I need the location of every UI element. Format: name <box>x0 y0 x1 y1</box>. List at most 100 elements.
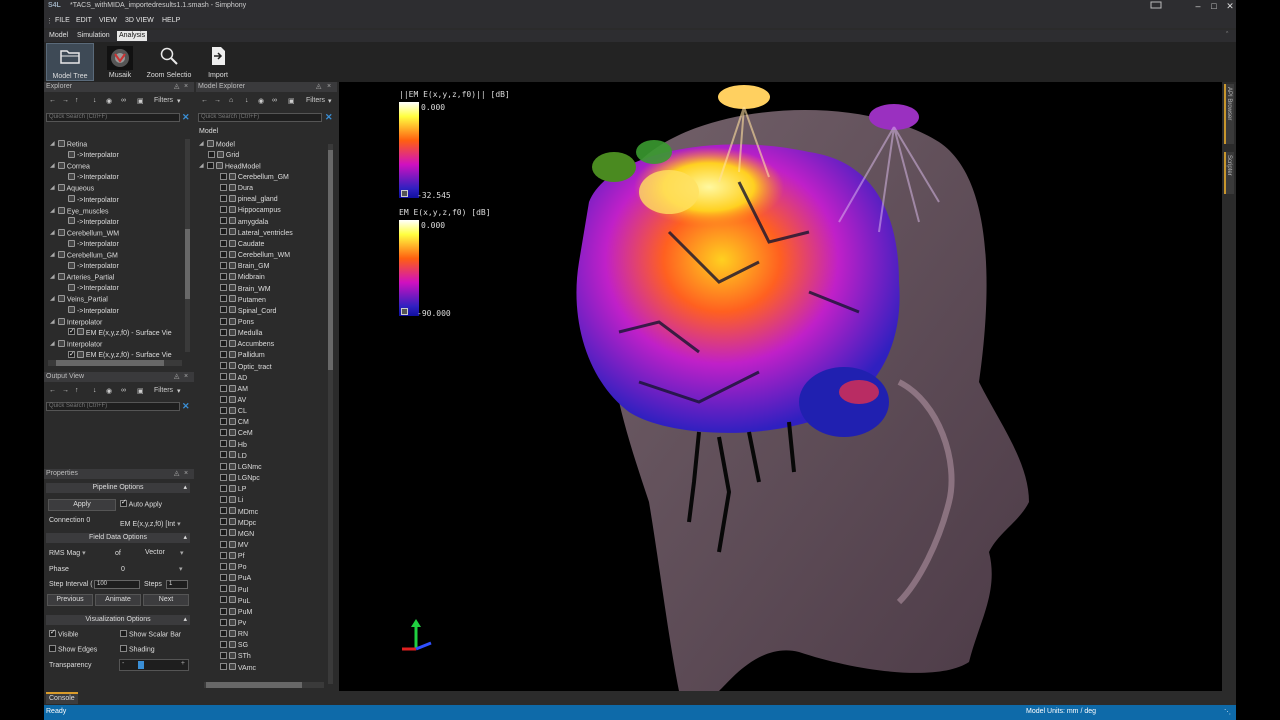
rms-mag-select[interactable]: RMS Mag ▾ <box>49 549 86 557</box>
minus-icon[interactable]: - <box>122 660 124 667</box>
visibility-checkbox[interactable] <box>220 217 227 225</box>
back-arrow-icon[interactable]: ← <box>49 387 56 394</box>
filters-dropdown-icon[interactable]: ▾ <box>328 97 332 105</box>
tab-simulation[interactable]: Simulation <box>75 31 112 41</box>
visibility-checkbox[interactable] <box>220 652 227 660</box>
visibility-checkbox[interactable] <box>220 351 227 359</box>
explorer-tree-item[interactable]: ->Interpolator <box>68 306 119 317</box>
visibility-checkbox[interactable] <box>220 429 227 437</box>
visibility-checkbox[interactable] <box>220 562 227 570</box>
layout-icon[interactable]: ▣ <box>137 97 144 105</box>
model-tree-item[interactable]: Optic_tract <box>220 362 272 373</box>
model-tree-item[interactable]: Midbrain <box>220 272 265 283</box>
model-tree-item[interactable]: PuA <box>220 573 251 584</box>
close-panel-icon[interactable]: × <box>184 372 188 382</box>
menu-help[interactable]: HELP <box>162 17 180 24</box>
close-panel-icon[interactable]: × <box>184 469 188 479</box>
model-tree-button[interactable]: Model Tree <box>46 43 94 81</box>
visualization-options-header[interactable]: Visualization Options ▴ <box>46 615 190 625</box>
visibility-checkbox[interactable] <box>220 395 227 403</box>
visibility-checkbox[interactable] <box>220 663 227 671</box>
explorer-tree-item[interactable]: ◢ Cerebellum_WM <box>50 228 119 239</box>
show-scalar-bar-checkbox[interactable]: Show Scalar Bar <box>120 630 181 638</box>
visibility-checkbox[interactable] <box>220 607 227 615</box>
expand-icon[interactable]: ◢ <box>50 339 56 350</box>
model-tree-item[interactable]: LD <box>220 451 247 462</box>
model-tree-item[interactable]: Pons <box>220 317 254 328</box>
menu-file[interactable]: FILE <box>55 17 70 24</box>
visibility-checkbox[interactable] <box>220 295 227 303</box>
model-tree-item[interactable]: Brain_WM <box>220 284 271 295</box>
model-tree-item[interactable]: Cerebellum_WM <box>220 250 290 261</box>
menu-view[interactable]: VIEW <box>99 17 117 24</box>
visible-checkbox[interactable]: Visible <box>49 628 78 638</box>
visibility-checkbox[interactable] <box>220 284 227 292</box>
visibility-checkbox[interactable] <box>68 349 75 360</box>
animate-button[interactable]: Animate <box>95 594 141 606</box>
visibility-checkbox[interactable] <box>220 261 227 269</box>
forward-arrow-icon[interactable]: → <box>62 97 69 104</box>
up-arrow-icon[interactable]: ↑ <box>75 97 79 104</box>
field-data-options-header[interactable]: Field Data Options ▴ <box>46 533 190 543</box>
explorer-filters[interactable]: Filters <box>154 97 173 104</box>
auto-apply-checkbox[interactable]: Auto Apply <box>120 498 162 508</box>
explorer-tree-item[interactable]: ->Interpolator <box>68 172 119 183</box>
zoom-selection-button[interactable]: Zoom Selectio <box>144 43 194 81</box>
model-tree-item[interactable]: Li <box>220 495 243 506</box>
pin-icon[interactable]: ◬ <box>174 372 179 382</box>
visibility-checkbox[interactable] <box>220 618 227 626</box>
model-tree-item[interactable]: LGNmc <box>220 462 262 473</box>
explorer-tree-item[interactable]: ◢ Cornea <box>50 161 90 172</box>
explorer-tree-item[interactable]: ◢ Arteries_Partial <box>50 272 114 283</box>
model-tree-item[interactable]: AV <box>220 395 246 406</box>
visibility-checkbox[interactable] <box>220 250 227 258</box>
visibility-checkbox[interactable] <box>220 440 227 448</box>
model-explorer-hscroll[interactable] <box>204 682 324 688</box>
show-edges-checkbox[interactable]: Show Edges <box>49 645 97 653</box>
visibility-checkbox[interactable] <box>220 417 227 425</box>
pin-icon[interactable]: ◬ <box>316 82 321 92</box>
api-browser-tab[interactable]: API Browser <box>1224 84 1234 144</box>
explorer-tree-item[interactable]: ◢ Eye_muscles <box>50 206 109 217</box>
model-explorer-search-input[interactable]: Quick Search (Ctrl+F) <box>198 113 322 122</box>
down-arrow-icon[interactable]: ↓ <box>93 97 97 104</box>
shading-checkbox[interactable]: Shading <box>120 645 155 653</box>
visibility-checkbox[interactable] <box>220 596 227 604</box>
model-tree-item[interactable]: Pf <box>220 551 245 562</box>
model-tree-item[interactable]: Dura <box>220 183 253 194</box>
model-tree-item[interactable]: LP <box>220 484 246 495</box>
expand-icon[interactable]: ◢ <box>50 228 56 239</box>
model-tree-item[interactable]: PuL <box>220 596 250 607</box>
console-tab[interactable]: Console <box>46 692 78 704</box>
model-tree-item[interactable]: Cerebellum_GM <box>220 172 289 183</box>
scalar-bar-1-handle[interactable] <box>401 190 408 197</box>
model-tree-item[interactable]: CM <box>220 417 249 428</box>
expand-icon[interactable]: ◢ <box>50 139 56 150</box>
step-interval-input[interactable]: 100 <box>94 580 140 589</box>
model-tree-item[interactable]: Pv <box>220 618 246 629</box>
explorer-tree-item[interactable]: ◢ Interpolator <box>50 339 102 350</box>
apply-button[interactable]: Apply <box>48 499 116 511</box>
phase-spinner-icon[interactable]: ▾ <box>179 565 183 573</box>
expand-icon[interactable]: ◢ <box>50 272 56 283</box>
model-tree-item[interactable]: MGN <box>220 529 254 540</box>
visibility-checkbox[interactable] <box>220 362 227 370</box>
visibility-checkbox[interactable] <box>220 640 227 648</box>
visibility-checkbox[interactable] <box>220 206 227 214</box>
filters-dropdown-icon[interactable]: ▾ <box>177 97 181 105</box>
expand-icon[interactable]: ◢ <box>50 183 56 194</box>
model-tree-item[interactable]: Lateral_ventricles <box>220 228 293 239</box>
transparency-slider[interactable]: - + <box>119 659 189 671</box>
model-tree-item[interactable]: STh <box>220 651 251 662</box>
visibility-checkbox[interactable] <box>220 194 227 202</box>
explorer-tree-item[interactable]: ->Interpolator <box>68 261 119 272</box>
eye-icon[interactable]: ◉ <box>106 97 112 105</box>
model-explorer-vscroll[interactable] <box>328 144 333 684</box>
eye-icon[interactable]: ◉ <box>106 387 112 395</box>
model-tree-item[interactable]: MV <box>220 540 248 551</box>
model-tree-item[interactable]: VAmc <box>220 663 256 674</box>
explorer-vscroll[interactable] <box>185 139 190 352</box>
model-tree-item[interactable]: amygdala <box>220 217 268 228</box>
model-tree-item[interactable]: Accumbens <box>220 339 274 350</box>
close-panel-icon[interactable]: × <box>184 82 188 92</box>
